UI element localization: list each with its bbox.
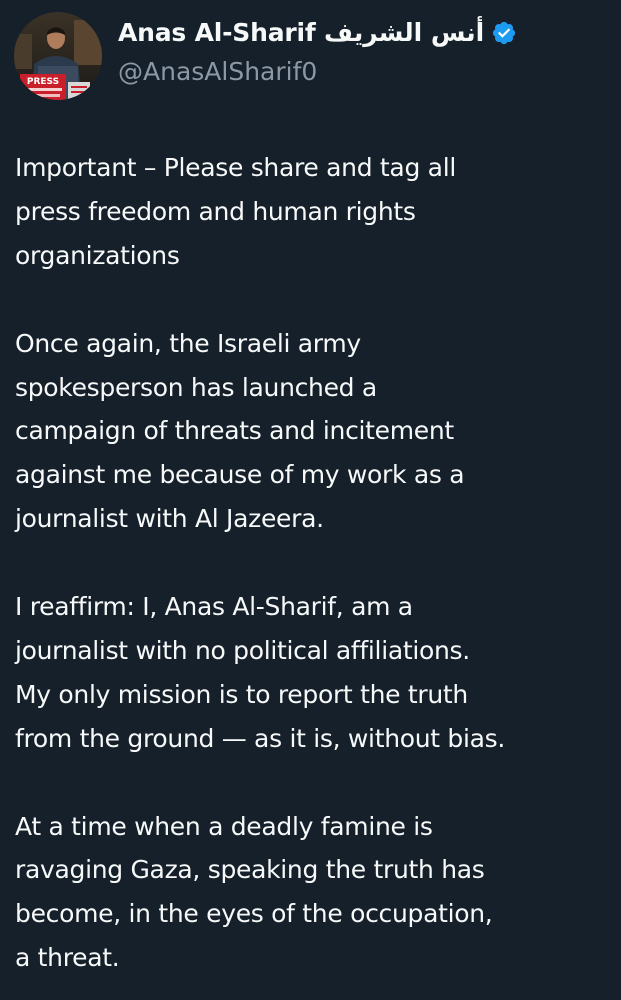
tweet-paragraph: Once again, the Israeli army spokesperson… <box>15 322 615 542</box>
tweet-paragraph: I reaffirm: I, Anas Al-Sharif, am a journ… <box>15 585 615 761</box>
tweet-text-line: become, in the eyes of the occupation, <box>15 899 493 929</box>
tweet-text-line: a threat. <box>15 943 120 973</box>
name-row: Anas Al-Sharif أنس الشريف <box>118 18 517 47</box>
tweet-text: Important – Please share and tag all pres… <box>15 146 615 980</box>
tweet-text-line: journalist with Al Jazeera. <box>15 504 324 534</box>
tweet-text-line: Once again, the Israeli army <box>15 328 361 358</box>
tweet-text-line: ravaging Gaza, speaking the truth has <box>15 855 485 885</box>
tweet-text-line: Important – Please share and tag all <box>15 153 456 182</box>
verified-badge-icon <box>491 20 517 46</box>
tweet-text-line: press freedom and human rights <box>15 196 416 226</box>
tweet-text-line: My only mission is to report the truth <box>15 679 468 709</box>
display-name[interactable]: Anas Al-Sharif أنس الشريف <box>118 18 484 47</box>
tweet-text-line: At a time when a deadly famine is <box>15 811 433 841</box>
avatar-press-label: PRESS <box>27 77 59 87</box>
tweet-header: PRESS Anas Al-Sharif أنس الشريف @AnasAlS… <box>0 0 621 110</box>
tweet-text-line: from the ground — as it is, without bias… <box>15 723 506 753</box>
avatar-image: PRESS <box>14 12 102 100</box>
tweet-text-line: journalist with no political affiliation… <box>15 635 470 665</box>
tweet-paragraph: At a time when a deadly famine is ravagin… <box>15 805 615 981</box>
tweet-text-line: I reaffirm: I, Anas Al-Sharif, am a <box>15 592 413 622</box>
user-handle[interactable]: @AnasAlSharif0 <box>118 57 317 86</box>
tweet-text-line: against me because of my work as a <box>15 460 465 490</box>
avatar[interactable]: PRESS <box>14 12 102 100</box>
tweet-text-line: campaign of threats and incitement <box>15 416 454 446</box>
tweet-text-line: organizations <box>15 240 180 270</box>
tweet-paragraph: Important – Please share and tag all pres… <box>15 146 615 278</box>
tweet-text-line: spokesperson has launched a <box>15 372 377 402</box>
